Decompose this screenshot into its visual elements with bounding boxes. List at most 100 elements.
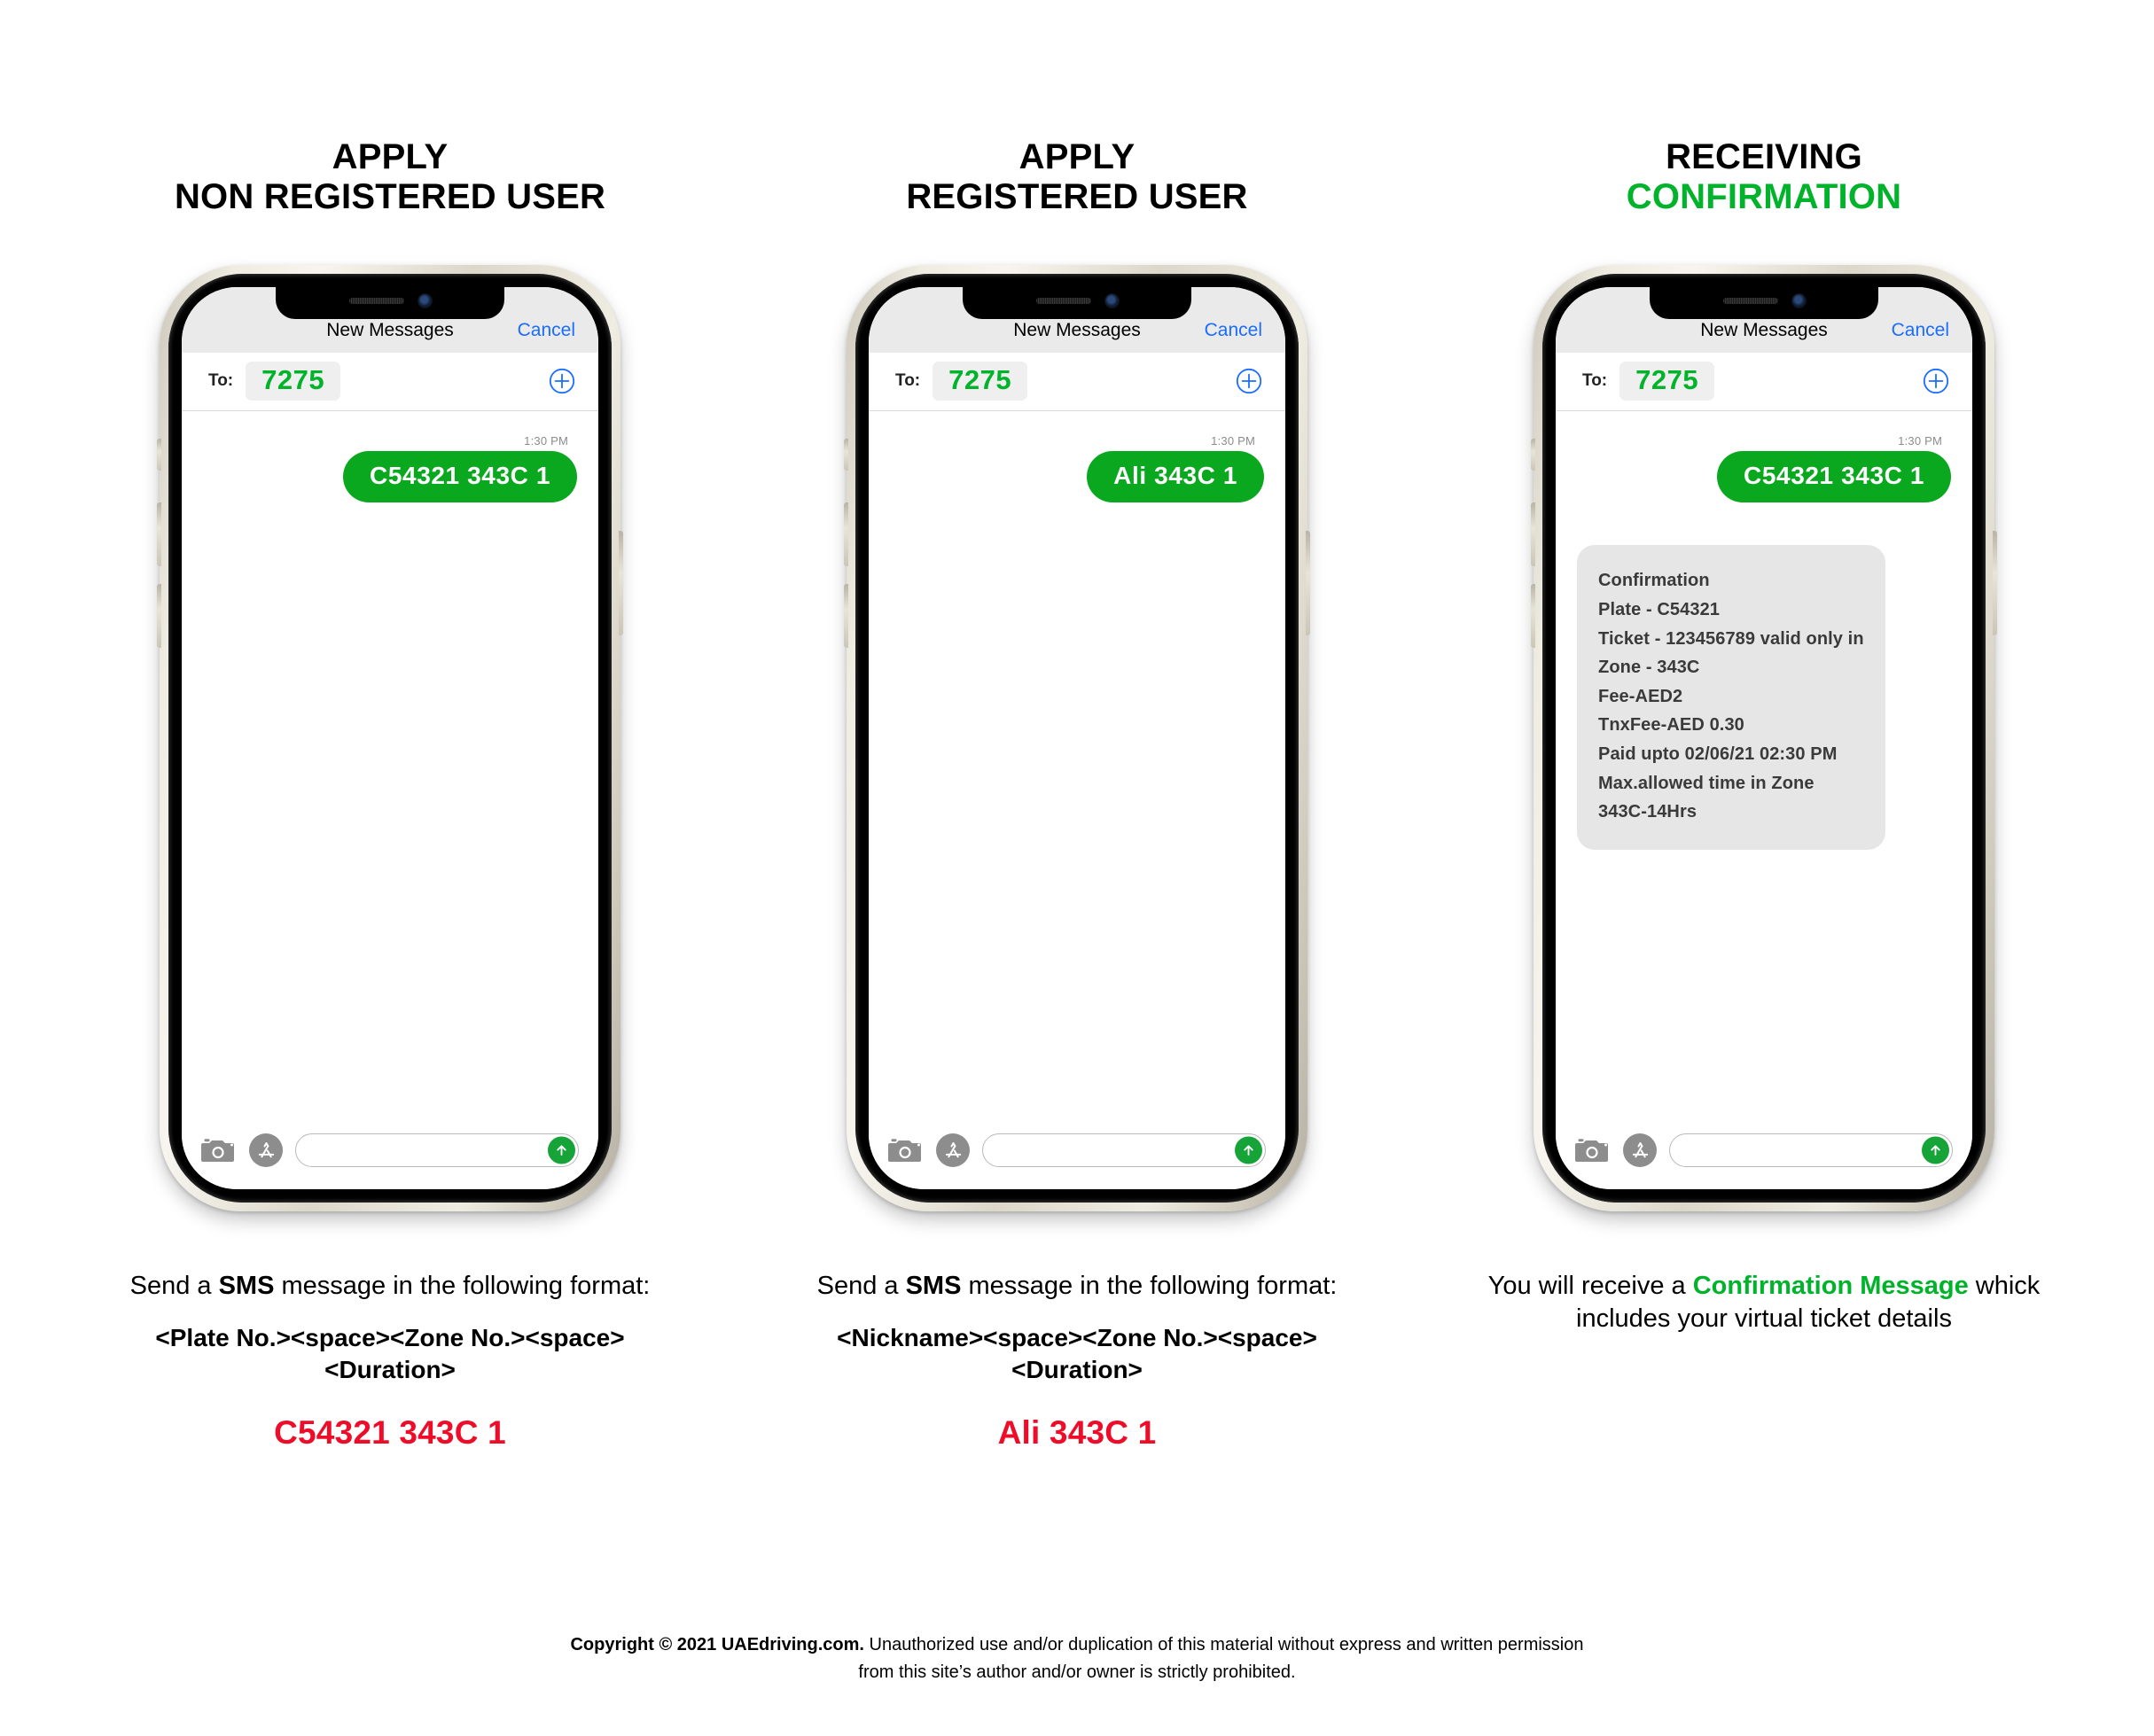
message-timestamp: 1:30 PM: [1211, 433, 1255, 448]
footer-line-1: Copyright © 2021 UAEdriving.com. Unautho…: [0, 1631, 2154, 1659]
cancel-button[interactable]: Cancel: [518, 320, 575, 341]
column-non-registered-user: APPLY NON REGISTERED USER New Messages C…: [53, 0, 727, 1586]
confirmation-line: Fee-AED2: [1598, 686, 1683, 706]
plus-circle-icon[interactable]: [1236, 368, 1262, 394]
outgoing-message-bubble: C54321 343C 1: [1717, 450, 1951, 503]
volume-up-button[interactable]: [844, 502, 848, 566]
confirmation-line: Zone - 343C: [1598, 658, 1700, 678]
caption-confirmation: You will receive a Confirmation Message …: [1480, 1270, 2048, 1336]
silent-switch[interactable]: [157, 438, 161, 471]
earpiece-speaker-icon: [1035, 298, 1091, 305]
caption-confirm-highlight: Confirmation Message: [1692, 1271, 1969, 1300]
confirmation-line: TnxFee-AED 0.30: [1598, 715, 1744, 736]
message-text-input[interactable]: [1669, 1133, 1953, 1167]
caption-example: Ali 343C 1: [997, 1413, 1157, 1451]
nav-title: New Messages: [1700, 319, 1828, 340]
column-heading: APPLY NON REGISTERED USER: [175, 137, 605, 217]
caption-format: <Plate No.><space><Zone No.><space><Dura…: [155, 1324, 625, 1384]
phone-screen: New Messages Cancel To: 7275 1:30 PM: [869, 286, 1285, 1189]
camera-icon[interactable]: [201, 1136, 237, 1164]
outgoing-message-bubble: Ali 343C 1: [1087, 450, 1264, 503]
nav-title: New Messages: [1013, 319, 1141, 340]
heading-line-1: RECEIVING: [1666, 137, 1862, 176]
message-text-input[interactable]: [295, 1133, 579, 1167]
message-input-bar: [182, 1123, 598, 1189]
app-store-icon[interactable]: [249, 1133, 283, 1167]
recipient-chip[interactable]: 7275: [246, 362, 341, 401]
front-camera-icon: [418, 294, 432, 308]
power-button[interactable]: [1306, 530, 1310, 635]
volume-down-button[interactable]: [1531, 583, 1535, 648]
column-caption: Send a SMS message in the following form…: [106, 1270, 674, 1452]
caption-intro-before: Send a: [129, 1271, 219, 1300]
confirmation-line: Ticket - 123456789 valid only in: [1598, 628, 1864, 649]
caption-intro-after: message in the following format:: [274, 1271, 651, 1300]
power-button[interactable]: [1993, 530, 1997, 635]
notch: [1650, 286, 1878, 319]
incoming-confirmation-bubble: Confirmation Plate - C54321 Ticket - 12345…: [1577, 545, 1885, 850]
app-store-icon[interactable]: [1623, 1133, 1657, 1167]
send-arrow-icon[interactable]: [1922, 1136, 1949, 1164]
volume-down-button[interactable]: [844, 583, 848, 648]
recipient-chip[interactable]: 7275: [1619, 362, 1715, 401]
message-input-bar: [869, 1123, 1285, 1189]
plus-circle-icon[interactable]: [549, 368, 575, 394]
camera-icon[interactable]: [1575, 1136, 1611, 1164]
recipient-chip[interactable]: 7275: [933, 362, 1028, 401]
copyright-footer: Copyright © 2021 UAEdriving.com. Unautho…: [0, 1631, 2154, 1686]
send-arrow-icon[interactable]: [1235, 1136, 1262, 1164]
cancel-button[interactable]: Cancel: [1892, 320, 1949, 341]
caption-format: <Nickname><space><Zone No.><space><Durat…: [837, 1324, 1317, 1384]
caption-intro: Send a SMS message in the following form…: [793, 1270, 1361, 1304]
notch: [963, 286, 1191, 319]
outgoing-message-bubble: C54321 343C 1: [343, 450, 577, 503]
message-timestamp: 1:30 PM: [1898, 433, 1942, 448]
outgoing-message-group: 1:30 PM C54321 343C 1: [203, 434, 577, 503]
send-arrow-icon[interactable]: [548, 1136, 575, 1164]
caption-intro: Send a SMS message in the following form…: [106, 1270, 674, 1304]
nav-title: New Messages: [326, 319, 454, 340]
message-input-bar: [1556, 1123, 1972, 1189]
message-thread: 1:30 PM Ali 343C 1: [869, 410, 1285, 1124]
infographic-page: APPLY NON REGISTERED USER New Messages C…: [0, 0, 2154, 1736]
phone-screen: New Messages Cancel To: 7275 1:30 PM: [1556, 286, 1972, 1189]
silent-switch[interactable]: [1531, 438, 1535, 471]
heading-line-1: APPLY: [332, 137, 449, 176]
app-store-icon[interactable]: [936, 1133, 970, 1167]
outgoing-message-group: 1:30 PM C54321 343C 1: [1577, 434, 1951, 503]
footer-rest: Unauthorized use and/or duplication of t…: [863, 1635, 1584, 1654]
caption-example: C54321 343C 1: [274, 1413, 506, 1451]
column-caption: You will receive a Confirmation Message …: [1480, 1270, 2048, 1336]
recipient-row: To: 7275: [1556, 352, 1972, 411]
message-timestamp: 1:30 PM: [524, 433, 568, 448]
camera-icon[interactable]: [888, 1136, 924, 1164]
to-label: To:: [1582, 371, 1608, 391]
caption-intro-bold: SMS: [905, 1271, 962, 1300]
column-registered-user: APPLY REGISTERED USER New Messages Cance…: [740, 0, 1414, 1586]
volume-down-button[interactable]: [157, 583, 161, 648]
recipient-row: To: 7275: [869, 352, 1285, 411]
volume-up-button[interactable]: [1531, 502, 1535, 566]
column-receiving-confirmation: RECEIVING CONFIRMATION New Messages Canc…: [1427, 0, 2101, 1586]
phone-mockup: New Messages Cancel To: 7275 1:30 PM: [1531, 264, 1997, 1211]
front-camera-icon: [1104, 294, 1119, 308]
caption-intro-bold: SMS: [218, 1271, 275, 1300]
volume-up-button[interactable]: [157, 502, 161, 566]
plus-circle-icon[interactable]: [1923, 368, 1949, 394]
footer-line-2: from this site’s author and/or owner is …: [858, 1662, 1296, 1682]
cancel-button[interactable]: Cancel: [1205, 320, 1262, 341]
silent-switch[interactable]: [844, 438, 848, 471]
phone-screen: New Messages Cancel To: 7275 1:30 PM: [182, 286, 598, 1189]
confirmation-line: Plate - C54321: [1598, 599, 1721, 619]
confirmation-line: Paid upto 02/06/21 02:30 PM: [1598, 743, 1838, 764]
confirmation-line: Confirmation: [1598, 571, 1710, 591]
message-text-input[interactable]: [982, 1133, 1266, 1167]
phone-mockup: New Messages Cancel To: 7275 1:30 PM: [157, 264, 623, 1211]
power-button[interactable]: [619, 530, 623, 635]
message-thread: 1:30 PM C54321 343C 1 Confirmation Plate …: [1556, 410, 1972, 1124]
caption-intro-after: message in the following format:: [961, 1271, 1338, 1300]
column-heading: APPLY REGISTERED USER: [906, 137, 1247, 217]
recipient-row: To: 7275: [182, 352, 598, 411]
outgoing-message-group: 1:30 PM Ali 343C 1: [890, 434, 1264, 503]
heading-line-2: REGISTERED USER: [906, 176, 1248, 216]
